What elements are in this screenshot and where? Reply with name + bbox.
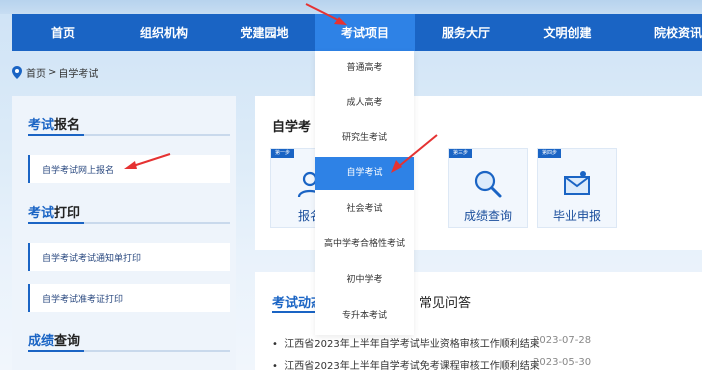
news-date: 2023-05-30 (533, 357, 592, 368)
section-divider (28, 134, 230, 136)
breadcrumb-home[interactable]: 首页 (26, 65, 46, 80)
breadcrumb: 首页 > 自学考试 (12, 65, 99, 80)
section-title-highlight: 考试 (28, 118, 55, 133)
dropdown-item-gaokao[interactable]: 普通高考 (315, 52, 414, 85)
self-exam-panel-title: 自学考 (272, 120, 312, 135)
step-badge: 第四步 (538, 149, 562, 158)
nav-item-home[interactable]: 首页 (12, 14, 114, 51)
section-divider (28, 222, 230, 224)
step-card-graduation-application[interactable]: 第四步 毕业申报 (537, 148, 617, 228)
certificate-icon (564, 171, 590, 195)
nav-item-civilization[interactable]: 文明创建 (517, 14, 618, 51)
breadcrumb-current: 自学考试 (58, 68, 99, 80)
sidebar-link-online-registration[interactable]: 自学考试网上报名 (28, 155, 230, 183)
dropdown-item-graduate-exam[interactable]: 研究生考试 (315, 122, 414, 155)
sidebar: 考试报名 自学考试网上报名 考试打印 自学考试考试通知单打印 自学考试准考证打印… (12, 96, 236, 370)
news-title[interactable]: 江西省2023年上半年自学考试免考课程审核工作顺利结束 (284, 361, 539, 370)
step-label: 成绩查询 (463, 209, 512, 223)
nav-item-college-news[interactable]: 院校资讯 (618, 14, 702, 51)
sidebar-link-admission-ticket-print[interactable]: 自学考试准考证打印 (28, 284, 230, 312)
section-title-highlight: 成绩 (28, 334, 55, 349)
news-date: 2023-07-28 (533, 335, 592, 346)
header-banner (0, 0, 702, 14)
step-card-score-query[interactable]: 第三步 成绩查询 (448, 148, 528, 228)
news-title[interactable]: 江西省2023年上半年自学考试毕业资格审核工作顺利结束 (284, 339, 539, 350)
sidebar-link-notice-print[interactable]: 自学考试考试通知单打印 (28, 243, 230, 271)
sidebar-section-title: 考试报名 (28, 114, 80, 133)
dropdown-item-self-exam[interactable]: 自学考试 (315, 157, 414, 190)
section-title-rest: 查询 (54, 334, 81, 349)
section-title-highlight: 考试 (28, 206, 55, 221)
step-label: 毕业申报 (552, 209, 601, 223)
nav-item-exam-projects[interactable]: 考试项目 (315, 14, 415, 51)
news-tab-faq[interactable]: 常见问答 (419, 292, 471, 311)
nav-item-organization[interactable]: 组织机构 (114, 14, 214, 51)
dropdown-item-social-exam[interactable]: 社会考试 (315, 193, 414, 226)
breadcrumb-separator: > (48, 66, 57, 78)
section-divider (28, 350, 230, 352)
news-list-item[interactable]: • 江西省2023年上半年自学考试毕业资格审核工作顺利结束 (272, 335, 540, 350)
step-badge: 第一步 (271, 149, 295, 158)
magnifier-icon (474, 170, 502, 198)
dropdown-item-adult-exam[interactable]: 成人高考 (315, 87, 414, 120)
news-list-item[interactable]: • 江西省2023年上半年自学考试免考课程审核工作顺利结束 (272, 357, 540, 370)
step-badge: 第三步 (449, 149, 473, 158)
dropdown-item-middle-school[interactable]: 初中学考 (315, 264, 414, 297)
dropdown-item-hs-proficiency[interactable]: 高中学考合格性考试 (315, 228, 414, 261)
section-title-rest: 报名 (54, 118, 81, 133)
nav-item-service-hall[interactable]: 服务大厅 (415, 14, 517, 51)
dropdown-item-upgrade-exam[interactable]: 专升本考试 (315, 300, 414, 333)
sidebar-section-title: 考试打印 (28, 202, 80, 221)
exam-projects-dropdown: 普通高考 成人高考 研究生考试 自学考试 社会考试 高中学考合格性考试 初中学考… (315, 51, 414, 335)
nav-item-party-building[interactable]: 党建园地 (214, 14, 315, 51)
location-pin-icon (12, 65, 22, 79)
main-nav: 首页 组织机构 党建园地 考试项目 服务大厅 文明创建 院校资讯 (12, 14, 702, 51)
section-title-rest: 打印 (54, 206, 81, 221)
sidebar-section-title: 成绩查询 (28, 330, 80, 349)
